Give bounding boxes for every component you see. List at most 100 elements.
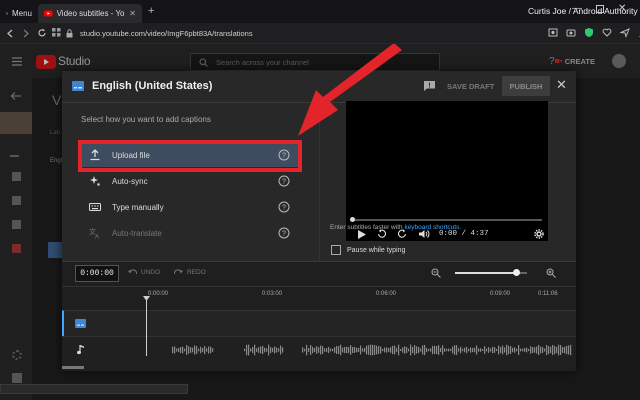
waveform-bar	[452, 346, 454, 354]
waveform-bar	[256, 348, 258, 352]
feedback-icon[interactable]	[424, 81, 435, 91]
waveform-bar	[372, 344, 374, 356]
timeline-ruler: 0:00:00 0:03:00 0:06:00 0:09:00 0:11:06	[62, 286, 576, 304]
waveform-bar	[280, 345, 282, 355]
help-icon[interactable]: ?	[549, 56, 555, 67]
waveform-bar	[184, 348, 186, 352]
waveform-bar	[454, 345, 456, 355]
waveform-bar	[422, 345, 424, 355]
back-arrow-icon[interactable]	[11, 92, 21, 100]
waveform-bar	[434, 345, 436, 355]
auto-translate-label: Auto-translate	[112, 228, 162, 238]
caption-track[interactable]	[62, 310, 576, 336]
waveform-bar	[386, 347, 388, 353]
type-manually-option[interactable]: Type manually ?	[80, 195, 298, 219]
shield-icon[interactable]	[584, 27, 594, 38]
help-icon[interactable]: ?	[278, 227, 290, 239]
url-text[interactable]: studio.youtube.com/video/ImgF6pbt83A/tra…	[80, 29, 253, 38]
create-label: CREATE	[564, 56, 595, 66]
waveform-bar	[570, 344, 572, 356]
video-progress-bar[interactable]	[352, 219, 542, 221]
reload-icon[interactable]	[37, 28, 47, 38]
waveform-bar	[438, 345, 440, 355]
forward-arrow-icon[interactable]	[22, 29, 30, 38]
waveform-bar	[428, 348, 430, 352]
svg-text:?: ?	[282, 179, 286, 186]
edit-icon[interactable]	[9, 148, 24, 157]
waveform-bar	[362, 348, 364, 352]
video-progress-handle[interactable]	[350, 217, 355, 222]
waveform-bar	[528, 348, 530, 352]
playhead[interactable]	[146, 298, 147, 356]
waveform-bar	[264, 347, 266, 353]
underlay-add-button[interactable]	[48, 242, 62, 258]
waveform-bar	[192, 347, 194, 353]
settings-gear-icon[interactable]	[12, 350, 22, 360]
back-arrow-icon[interactable]	[6, 29, 14, 38]
waveform-bar	[316, 346, 318, 354]
shortcuts-hint-text: Enter subtitles faster with	[330, 224, 403, 231]
waveform-bar	[358, 347, 360, 353]
waveform-bar	[374, 345, 376, 355]
play-icon[interactable]	[358, 230, 366, 239]
video-thumbnail[interactable]	[0, 112, 32, 134]
pause-while-typing-checkbox[interactable]	[331, 245, 341, 255]
waveform-bar	[376, 345, 378, 355]
zoom-out-icon[interactable]	[431, 268, 441, 278]
publish-button[interactable]: PUBLISH	[502, 76, 550, 96]
avatar[interactable]	[612, 54, 626, 68]
camera-icon[interactable]	[566, 27, 576, 38]
auto-sync-option[interactable]: Auto-sync ?	[80, 169, 298, 193]
underlay-language-header: Lan	[50, 130, 61, 136]
redo-label: REDO	[187, 269, 206, 276]
editor-icon[interactable]	[12, 196, 21, 205]
waveform-bar	[540, 346, 542, 354]
settings-gear-icon[interactable]	[534, 229, 544, 239]
waveform-bar	[304, 348, 306, 352]
youtube-logo-icon[interactable]	[36, 55, 56, 69]
shortcuts-hint: Enter subtitles faster with keyboard sho…	[330, 224, 461, 231]
tab-close-icon[interactable]: ✕	[129, 9, 136, 18]
analytics-icon[interactable]	[12, 172, 21, 181]
heart-icon[interactable]	[602, 27, 612, 38]
new-tab-button[interactable]: +	[148, 5, 154, 17]
auto-sync-label: Auto-sync	[112, 176, 148, 186]
subtitles-icon[interactable]	[12, 244, 21, 253]
help-icon[interactable]: ?	[278, 201, 290, 213]
screenshot-icon[interactable]	[548, 27, 558, 38]
waveform-bar	[282, 347, 284, 353]
type-manually-label: Type manually	[112, 202, 164, 212]
waveform-bar	[468, 348, 470, 352]
maximize-icon[interactable]	[596, 5, 604, 13]
create-button[interactable]: CREATE	[555, 52, 595, 70]
speed-dial-grid-icon[interactable]	[52, 28, 61, 38]
send-icon[interactable]	[620, 27, 630, 38]
waveform-bar	[484, 346, 486, 354]
browser-tab-active[interactable]: Video subtitles - YouTube ✕	[38, 4, 142, 23]
waveform-bar	[490, 348, 492, 352]
waveform-bar	[334, 347, 336, 353]
auto-translate-option[interactable]: 文A Auto-translate ?	[80, 221, 298, 245]
feedback-icon[interactable]	[12, 373, 22, 383]
comments-icon[interactable]	[12, 220, 21, 229]
help-icon[interactable]: ?	[278, 175, 290, 187]
timecode-input[interactable]: 0:00:00	[75, 265, 119, 282]
waveform-bar	[440, 347, 442, 353]
waveform-bar	[190, 347, 192, 353]
audio-track[interactable]	[62, 336, 576, 362]
redo-button[interactable]: REDO	[174, 269, 206, 276]
timeline-scrollbar[interactable]	[62, 366, 84, 369]
zoom-slider-handle[interactable]	[513, 269, 521, 276]
waveform-bar	[204, 345, 206, 355]
tick-label: 0:00:00	[148, 291, 169, 297]
window-close-icon[interactable]: ✕	[618, 3, 626, 14]
undo-button[interactable]: UNDO	[128, 269, 160, 276]
hamburger-menu-icon[interactable]	[12, 57, 22, 66]
minimize-icon[interactable]: —	[572, 3, 582, 14]
keyboard-shortcuts-link[interactable]: keyboard shortcuts.	[404, 224, 461, 231]
zoom-in-icon[interactable]	[546, 268, 556, 278]
save-draft-button[interactable]: SAVE DRAFT	[447, 82, 494, 91]
waveform-bar	[394, 345, 396, 355]
browser-menu-button[interactable]: Menu	[0, 4, 38, 23]
dialog-close-icon[interactable]: ✕	[556, 78, 567, 92]
